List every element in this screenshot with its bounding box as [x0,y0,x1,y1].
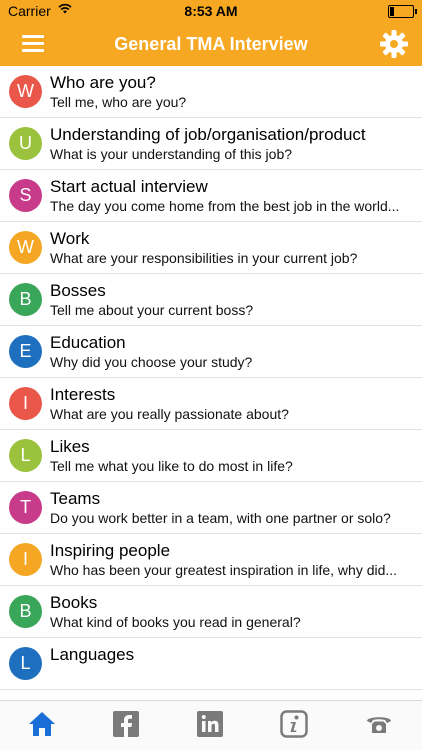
item-subtitle: Tell me about your current boss? [50,302,254,318]
avatar: L [9,439,42,472]
page-title: General TMA Interview [114,34,308,54]
info-icon[interactable] [279,709,309,739]
home-icon[interactable] [27,709,57,739]
list-item[interactable]: W Work What are your responsibilities in y… [0,222,422,274]
avatar: W [9,75,42,108]
avatar: I [9,543,42,576]
item-title: Bosses [50,281,106,300]
nav-bar: General TMA Interview [0,22,422,66]
item-title: Work [50,229,90,248]
item-title: Languages [50,645,135,664]
avatar: S [9,179,42,212]
tab-bar [0,700,422,750]
avatar: I [9,387,42,420]
item-subtitle: What kind of books you read in general? [50,614,301,630]
linkedin-icon[interactable] [195,709,225,739]
list-item[interactable]: U Understanding of job/organisation/produ… [0,118,422,170]
avatar: T [9,491,42,524]
list-item[interactable]: I Interests What are you really passionate… [0,378,422,430]
avatar: L [9,647,42,680]
item-subtitle: Who has been your greatest inspiration i… [50,562,398,578]
battery-icon [388,5,417,18]
avatar: B [9,595,42,628]
item-title: Interests [50,385,116,404]
item-subtitle: What are your responsibilities in your c… [50,250,358,266]
item-subtitle: The day you come home from the best job … [50,198,400,214]
list-item[interactable]: S Start actual interview The day you come … [0,170,422,222]
item-title: Books [50,593,98,612]
item-title: Start actual interview [50,177,208,196]
item-title: Who are you? [50,73,156,92]
list-item[interactable]: E Education Why did you choose your study? [0,326,422,378]
status-bar: Carrier 8:53 AM [0,0,422,22]
list-item[interactable]: W Who are you? Tell me, who are you? [0,66,422,118]
avatar: E [9,335,42,368]
item-title: Teams [50,489,101,508]
item-title: Education [50,333,126,352]
status-time: 8:53 AM [184,3,238,19]
item-title: Likes [50,437,90,456]
facebook-icon[interactable] [111,709,141,739]
list-item[interactable]: L Likes Tell me what you like to do most i… [0,430,422,482]
item-subtitle: Tell me, who are you? [50,94,187,110]
avatar: W [9,231,42,264]
list-item[interactable]: I Inspiring people Who has been your great… [0,534,422,586]
item-subtitle: What are you really passionate about? [50,406,289,422]
list-item[interactable]: B Bosses Tell me about your current boss? [0,274,422,326]
avatar: B [9,283,42,316]
item-title: Inspiring people [50,541,171,560]
question-list[interactable]: W Who are you? Tell me, who are you? U Under… [0,66,422,701]
item-subtitle: Tell me what you like to do most in life… [50,458,293,474]
avatar: U [9,127,42,160]
list-item[interactable]: T Teams Do you work better in a team, with… [0,482,422,534]
phone-icon[interactable] [364,709,394,739]
list-item[interactable]: B Books What kind of books you read in gen… [0,586,422,638]
item-subtitle: Why did you choose your study? [50,354,253,370]
list-item[interactable]: L Languages [0,638,422,690]
item-title: Understanding of job/organisation/produc… [50,125,366,144]
gear-icon[interactable] [378,28,410,60]
item-subtitle: Do you work better in a team, with one p… [50,510,391,526]
item-subtitle: What is your understanding of this job? [50,146,293,162]
